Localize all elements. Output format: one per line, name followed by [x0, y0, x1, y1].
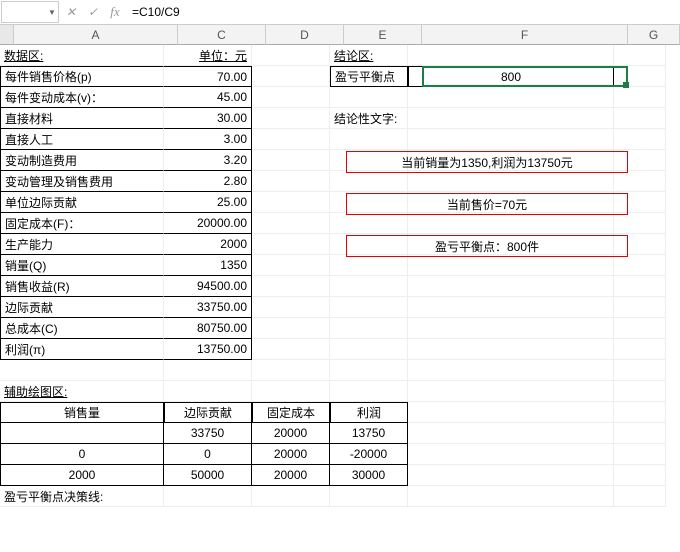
bep-label[interactable]: 盈亏平衡点 [330, 66, 408, 87]
data-row-val[interactable]: 2000 [164, 234, 252, 255]
data-row-label[interactable]: 每件变动成本(v)： [0, 87, 164, 108]
conclusion-box-1: 当前销量为1350,利润为13750元 [346, 151, 628, 173]
data-area-header[interactable]: 数据区: [0, 45, 164, 66]
aux-col[interactable]: 固定成本 [252, 402, 330, 423]
data-row-label[interactable]: 单位边际贡献 [0, 192, 164, 213]
aux-header[interactable]: 辅助绘图区: [0, 381, 164, 402]
col-header-D[interactable]: D [266, 25, 344, 45]
data-row-label[interactable]: 变动管理及销售费用 [0, 171, 164, 192]
data-row-label[interactable]: 固定成本(F)： [0, 213, 164, 234]
col-header-E[interactable]: E [344, 25, 422, 45]
fx-icon[interactable]: fx [104, 1, 126, 23]
data-row-val[interactable]: 1350 [164, 255, 252, 276]
spreadsheet-grid[interactable]: A C D E F G 数据区: 单位：元 结论区: 每件销售价格(p) 70.… [0, 25, 680, 507]
data-row-val[interactable]: 3.00 [164, 129, 252, 150]
data-row-val[interactable]: 70.00 [164, 66, 252, 87]
cancel-formula-icon[interactable]: ✕ [60, 1, 82, 23]
aux-cell[interactable]: 0 [0, 444, 164, 465]
name-box[interactable]: ▼ [1, 1, 59, 23]
data-row-label[interactable]: 生产能力 [0, 234, 164, 255]
data-row-label[interactable]: 变动制造费用 [0, 150, 164, 171]
aux-cell[interactable] [0, 423, 164, 444]
aux-col[interactable]: 利润 [330, 402, 408, 423]
data-row-label[interactable]: 边际贡献 [0, 297, 164, 318]
chevron-down-icon[interactable]: ▼ [46, 8, 58, 17]
data-row-label[interactable]: 销售收益(R) [0, 276, 164, 297]
aux-cell[interactable]: 50000 [164, 465, 252, 486]
aux-cell[interactable]: 20000 [252, 465, 330, 486]
data-row-label[interactable]: 每件销售价格(p) [0, 66, 164, 87]
conclusion-text-header[interactable]: 结论性文字: [330, 108, 408, 129]
data-row-val[interactable]: 3.20 [164, 150, 252, 171]
aux-cell[interactable]: 20000 [252, 423, 330, 444]
data-row-val[interactable]: 33750.00 [164, 297, 252, 318]
data-row-label[interactable]: 销量(Q) [0, 255, 164, 276]
data-row-label[interactable]: 直接材料 [0, 108, 164, 129]
conclusion-box-3: 盈亏平衡点：800件 [346, 235, 628, 257]
conclusion-box-2: 当前售价=70元 [346, 193, 628, 215]
data-row-val[interactable]: 20000.00 [164, 213, 252, 234]
aux-cell[interactable]: 30000 [330, 465, 408, 486]
aux-col[interactable]: 销售量 [0, 402, 164, 423]
unit-label[interactable]: 单位：元 [164, 45, 252, 66]
accept-formula-icon[interactable]: ✓ [82, 1, 104, 23]
data-row-label[interactable]: 总成本(C) [0, 318, 164, 339]
cells-area[interactable]: 数据区: 单位：元 结论区: 每件销售价格(p) 70.00 盈亏平衡点 800… [0, 45, 680, 507]
col-header-G[interactable]: G [628, 25, 680, 45]
data-row-val[interactable]: 30.00 [164, 108, 252, 129]
aux-cell[interactable]: -20000 [330, 444, 408, 465]
aux-footer[interactable]: 盈亏平衡点决策线: [0, 486, 164, 507]
formula-bar: ▼ ✕ ✓ fx [0, 0, 680, 25]
select-all-corner[interactable] [0, 25, 14, 45]
aux-cell[interactable]: 13750 [330, 423, 408, 444]
aux-cell[interactable]: 20000 [252, 444, 330, 465]
column-headers: A C D E F G [0, 25, 680, 45]
data-row-val[interactable]: 80750.00 [164, 318, 252, 339]
data-row-val[interactable]: 25.00 [164, 192, 252, 213]
col-header-C[interactable]: C [178, 25, 266, 45]
data-row-label[interactable]: 直接人工 [0, 129, 164, 150]
data-row-label[interactable]: 利润(π) [0, 339, 164, 360]
aux-col[interactable]: 边际贡献 [164, 402, 252, 423]
aux-cell[interactable]: 0 [164, 444, 252, 465]
aux-cell[interactable]: 2000 [0, 465, 164, 486]
data-row-val[interactable]: 2.80 [164, 171, 252, 192]
data-row-val[interactable]: 94500.00 [164, 276, 252, 297]
aux-cell[interactable]: 33750 [164, 423, 252, 444]
conclusion-header[interactable]: 结论区: [330, 45, 408, 66]
data-row-val[interactable]: 45.00 [164, 87, 252, 108]
col-header-A[interactable]: A [14, 25, 178, 45]
bep-value[interactable]: 800 [408, 66, 614, 87]
data-row-val[interactable]: 13750.00 [164, 339, 252, 360]
formula-input[interactable] [126, 1, 680, 23]
col-header-F[interactable]: F [422, 25, 628, 45]
